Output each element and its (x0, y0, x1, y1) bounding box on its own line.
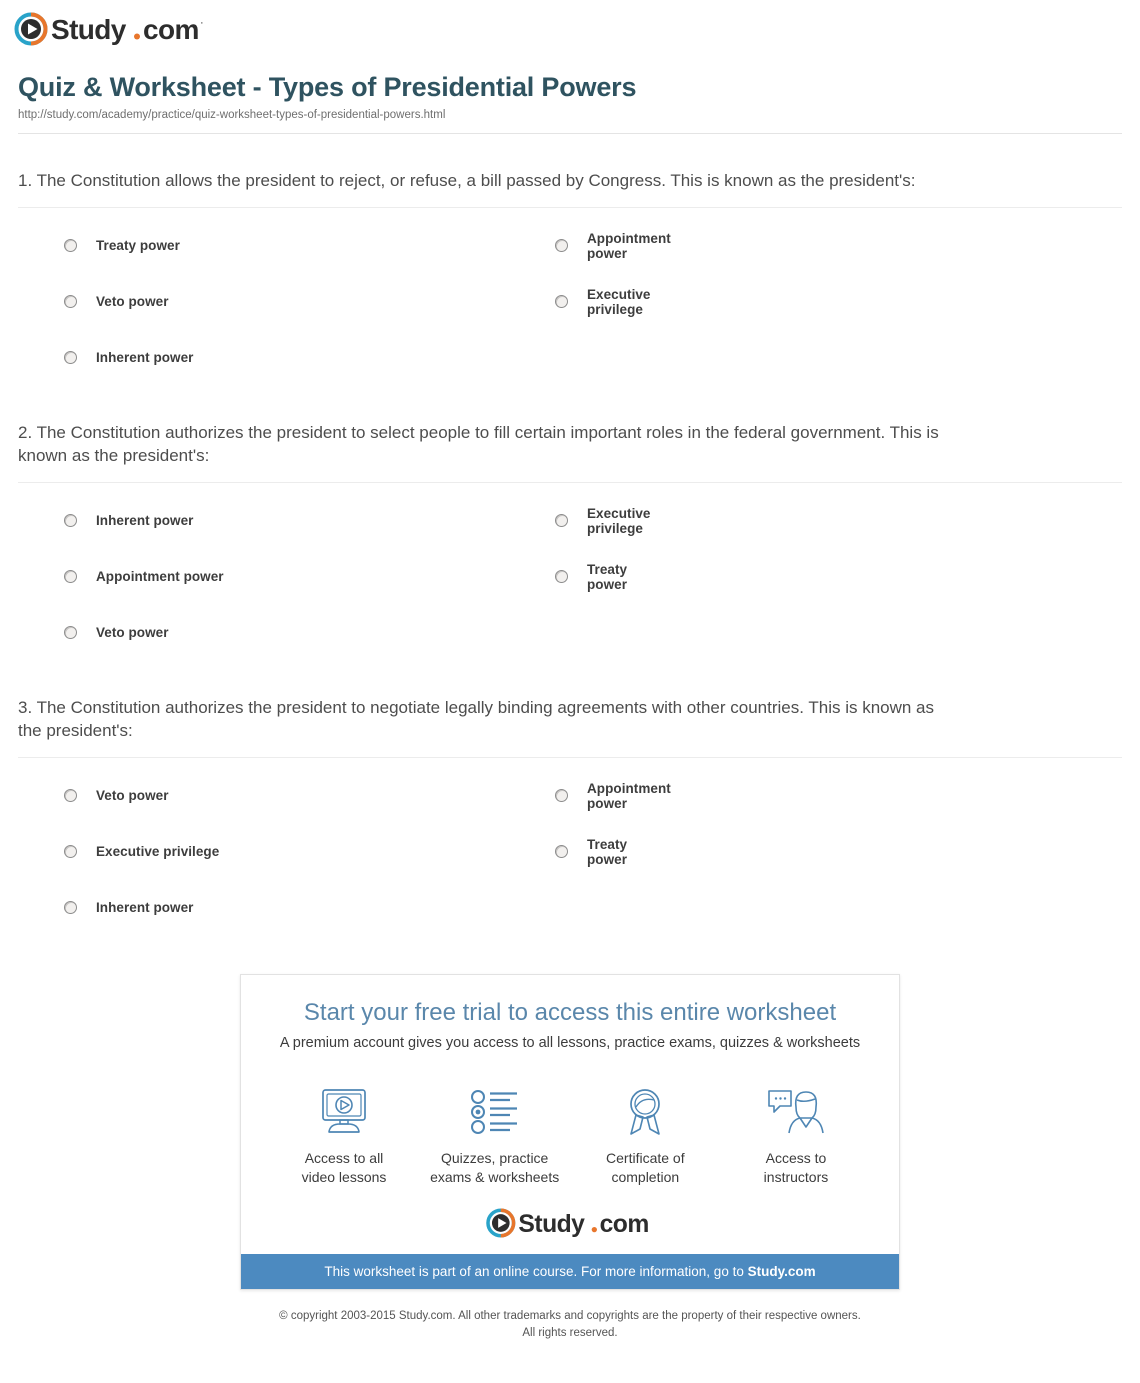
radio-button-icon[interactable] (555, 570, 568, 584)
question-text-1: 1. The Constitution allows the president… (18, 171, 916, 190)
radio-button-icon[interactable] (555, 239, 568, 253)
radio-button-icon[interactable] (555, 789, 568, 803)
feature-certificate: Certificate of completion (570, 1085, 720, 1187)
option-label: Executive privilege (587, 286, 651, 317)
award-ribbon-icon (570, 1085, 720, 1139)
feature-video-lessons: Access to all video lessons (269, 1085, 419, 1187)
feature-label-line1: Access to (765, 1149, 827, 1166)
feature-label-line1: Certificate of (606, 1149, 685, 1166)
copyright-line-1: © copyright 2003-2015 Study.com. All oth… (279, 1310, 861, 1323)
options-list-2: Inherent power Appointment power Veto po… (18, 483, 1122, 661)
page-url: http://study.com/academy/practice/quiz-w… (18, 109, 446, 121)
monitor-play-icon (269, 1085, 419, 1139)
option-label: Executive privilege (587, 505, 651, 536)
option-label: Appointment power (587, 230, 671, 261)
option-label: Treaty power (587, 561, 628, 592)
options-list-3: Veto power Executive privilege Inherent … (18, 758, 1122, 936)
question-block-3: 3. The Constitution authorizes the presi… (18, 661, 1122, 936)
promo-banner-link[interactable]: Study.com (748, 1264, 816, 1279)
options-column-right-3: Appointment power Treaty power (18, 768, 671, 936)
feature-label-line2: video lessons (301, 1168, 387, 1185)
feature-label-line2: instructors (763, 1168, 829, 1185)
promo-banner[interactable]: This worksheet is part of an online cour… (241, 1254, 899, 1290)
option-row[interactable]: Executive privilege (555, 493, 650, 549)
promo-study-com-logo[interactable]: Study com (241, 1190, 899, 1254)
svg-text:Study: Study (518, 1211, 585, 1238)
options-column-right-2: Executive privilege Treaty power (18, 493, 650, 661)
promo-features: Access to all video lessons Quizzes, pra… (241, 1063, 899, 1191)
question-text-2: 2. The Constitution authorizes the presi… (18, 422, 939, 465)
options-column-right-1: Appointment power Executive privilege (18, 218, 671, 386)
option-row[interactable]: Appointment power (555, 218, 671, 274)
promo-card-wrapper: Start your free trial to access this ent… (18, 936, 1122, 1291)
promo-banner-text: This worksheet is part of an online cour… (324, 1264, 748, 1280)
question-text-3: 3. The Constitution authorizes the presi… (18, 697, 935, 740)
option-row[interactable]: Executive privilege (555, 274, 650, 330)
play-circle-icon: Study com · (14, 12, 204, 46)
feature-label-line1: Quizzes, practice (440, 1149, 549, 1166)
copyright-line-2: All rights reserved. (522, 1327, 618, 1340)
feature-label: Access to instructors (721, 1149, 871, 1187)
feature-label: Access to all video lessons (269, 1149, 419, 1187)
svg-text:Study: Study (51, 14, 127, 45)
radio-button-icon[interactable] (555, 295, 568, 309)
title-block: Quiz & Worksheet - Types of Presidential… (18, 46, 1122, 134)
feature-quizzes-practice: Quizzes, practice exams & worksheets (420, 1085, 570, 1187)
study-com-logo[interactable]: Study com · (14, 12, 206, 46)
option-label: Appointment power (587, 780, 671, 811)
feature-label-line1: Access to all (304, 1149, 384, 1166)
radio-button-icon[interactable] (555, 514, 568, 528)
feature-label: Certificate of completion (570, 1149, 720, 1187)
option-label: Treaty power (587, 836, 628, 867)
svg-text:com: com (143, 14, 199, 45)
site-header: Study com · (0, 0, 1140, 46)
option-row[interactable]: Treaty power (555, 824, 627, 880)
options-list-1: Treaty power Veto power Inherent power A… (18, 208, 1122, 386)
option-row[interactable]: Treaty power (555, 549, 627, 605)
play-circle-icon: Study com (485, 1208, 649, 1238)
feature-label: Quizzes, practice exams & worksheets (420, 1149, 570, 1187)
page-title: Quiz & Worksheet - Types of Presidential… (18, 72, 637, 102)
feature-label-line2: completion (611, 1168, 680, 1185)
instructor-chat-icon (721, 1085, 871, 1139)
question-block-1: 1. The Constitution allows the president… (18, 134, 1122, 386)
checklist-icon (420, 1085, 570, 1139)
free-trial-promo-card: Start your free trial to access this ent… (240, 973, 900, 1291)
promo-title: Start your free trial to access this ent… (303, 998, 837, 1026)
copyright-footer: © copyright 2003-2015 Study.com. All oth… (18, 1290, 1122, 1341)
feature-instructors: Access to instructors (721, 1085, 871, 1187)
radio-button-icon[interactable] (555, 845, 568, 859)
worksheet-page: Quiz & Worksheet - Types of Presidential… (0, 46, 1140, 1342)
promo-header: Start your free trial to access this ent… (241, 975, 899, 1063)
feature-label-line2: exams & worksheets (430, 1168, 560, 1185)
promo-subtitle: A premium account gives you access to al… (279, 1034, 861, 1051)
question-block-2: 2. The Constitution authorizes the presi… (18, 386, 1122, 661)
svg-text:·: · (200, 17, 204, 29)
svg-text:com: com (599, 1211, 648, 1238)
option-row[interactable]: Appointment power (555, 768, 671, 824)
